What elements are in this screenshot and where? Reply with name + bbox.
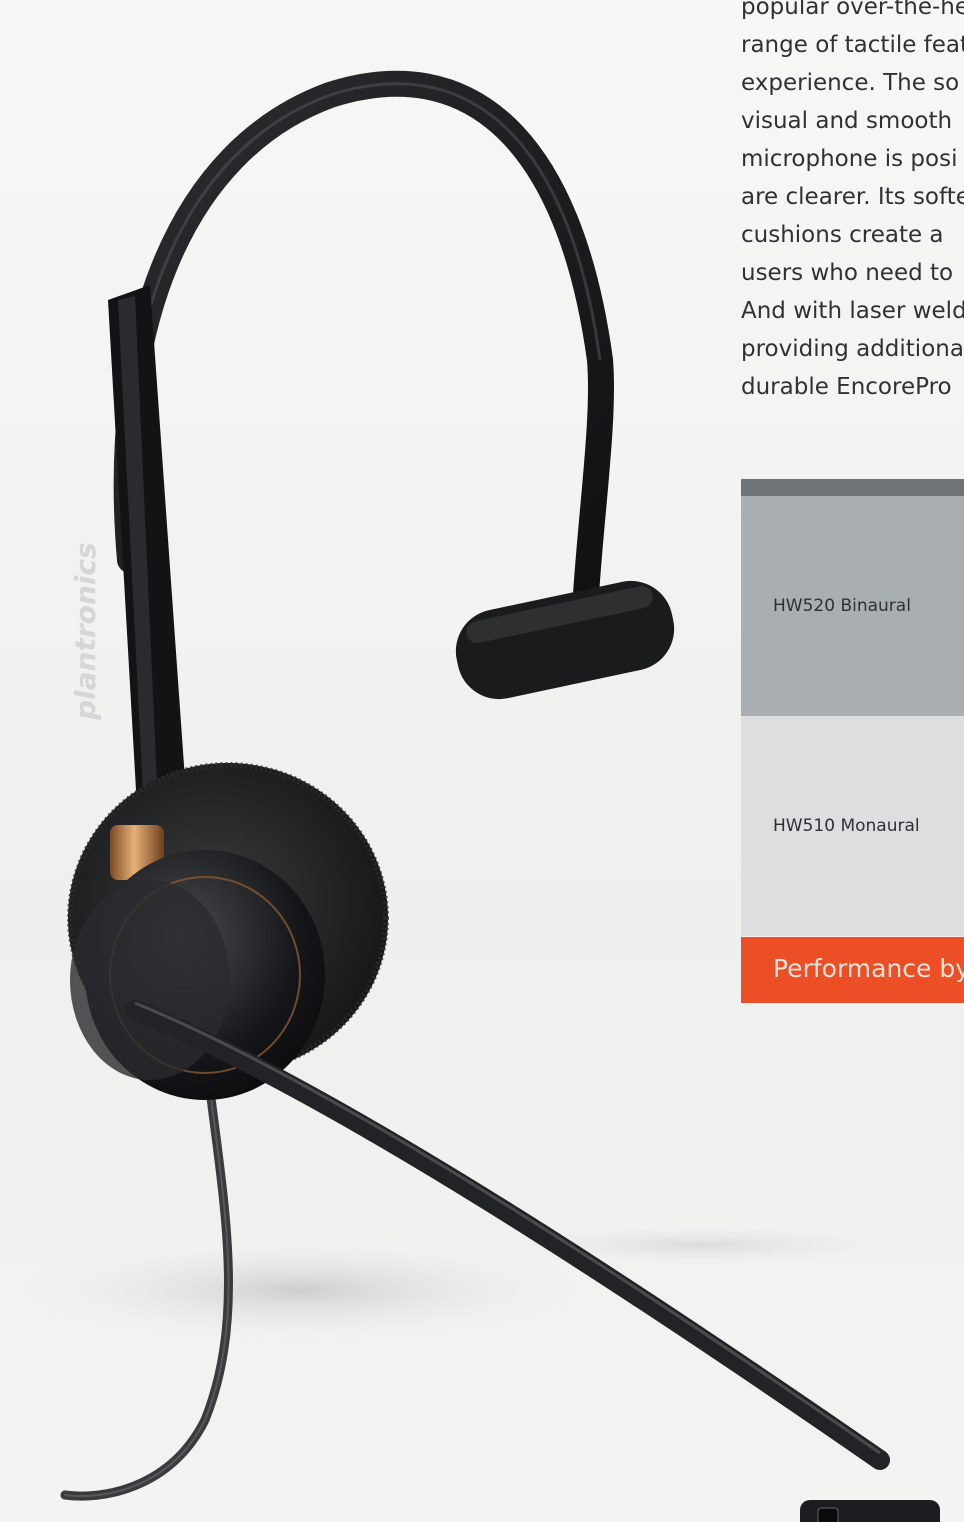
description-line: visual and smooth xyxy=(741,108,953,134)
banner-text: Performance by xyxy=(773,954,964,983)
description-line: microphone is posi xyxy=(741,146,958,172)
description-line: durable EncorePro xyxy=(741,374,952,400)
description-line: are clearer. Its softe xyxy=(741,184,964,210)
model-label: HW520 Binaural xyxy=(773,596,911,616)
models-table: HW520 Binaural HW510 Monaural xyxy=(741,479,964,936)
model-label: HW510 Monaural xyxy=(773,816,920,836)
performance-banner: Performance by xyxy=(741,937,964,1003)
table-row: HW520 Binaural xyxy=(741,496,964,716)
description-line: And with laser weldi xyxy=(741,298,964,324)
product-description: popular over-the-he range of tactile fea… xyxy=(741,0,964,406)
description-line: users who need to xyxy=(741,260,954,286)
description-line: popular over-the-he xyxy=(741,0,964,20)
description-line: cushions create a xyxy=(741,222,944,248)
description-line: providing additiona xyxy=(741,336,964,362)
table-header xyxy=(741,479,964,496)
description-line: range of tactile featu xyxy=(741,32,964,58)
description-line: experience. The so xyxy=(741,70,960,96)
table-row: HW510 Monaural xyxy=(741,716,964,936)
plantronics-logo: plantronics xyxy=(69,542,102,721)
